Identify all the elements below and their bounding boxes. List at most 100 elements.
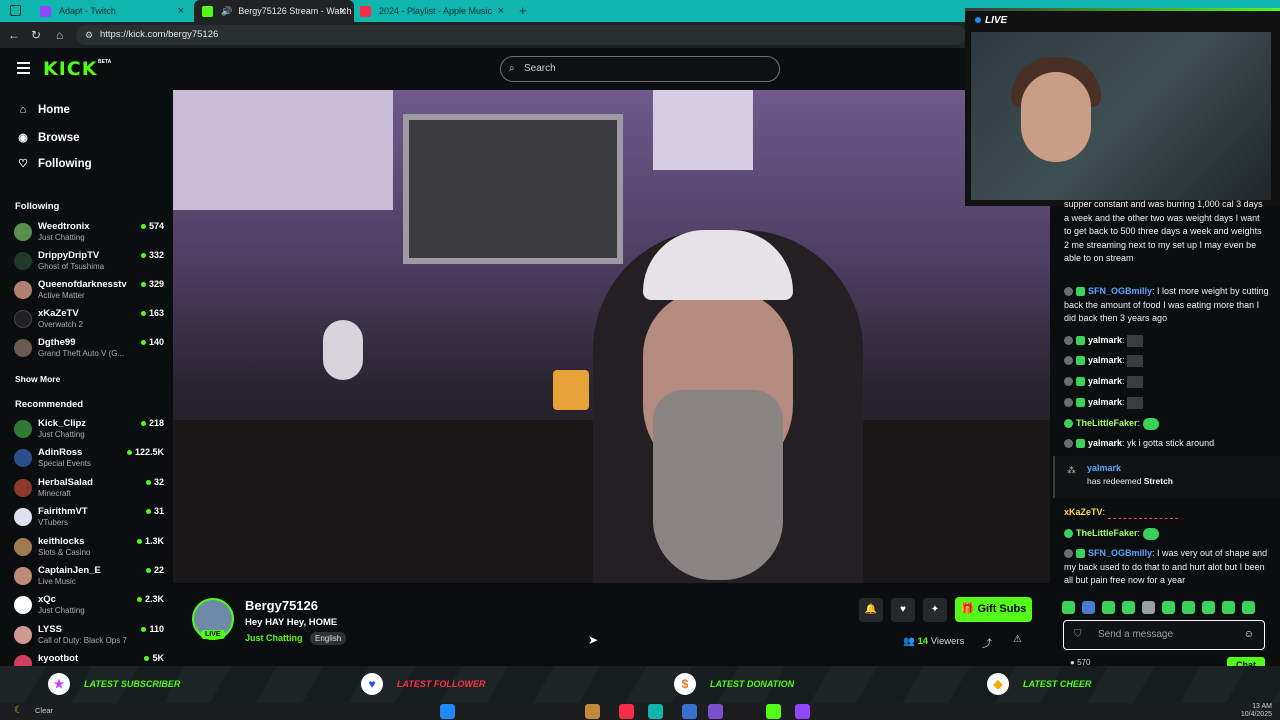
url-field[interactable]: ⚙ https://kick.com/bergy75126: [76, 25, 966, 45]
viewer-count: 1.3K: [137, 536, 164, 546]
app-icon[interactable]: [708, 704, 723, 719]
chat-username[interactable]: TheLittleFaker: [1076, 418, 1138, 428]
chat-username[interactable]: yalmark: [1088, 355, 1122, 365]
channel-drippydriptv[interactable]: DrippyDripTV Ghost of Tsushima 332: [14, 248, 164, 274]
shield-icon: [1064, 439, 1073, 449]
tab-title: Adapt - Twitch: [59, 6, 116, 16]
channel-xqc[interactable]: xQc Just Chatting 2.3K: [14, 592, 164, 618]
emote-icon[interactable]: [1082, 601, 1095, 614]
live-badge: LIVE: [201, 630, 225, 639]
emote-icon[interactable]: [1182, 601, 1195, 614]
redeem-username[interactable]: yalmark: [1087, 462, 1121, 476]
chat-input[interactable]: ⛉ Send a message ☺: [1063, 620, 1265, 650]
chat-username[interactable]: xKaZeTV: [1064, 507, 1103, 517]
chat-username[interactable]: yalmark: [1088, 376, 1122, 386]
chat-username[interactable]: yalmark: [1088, 335, 1122, 345]
viewer-count: 163: [141, 308, 164, 318]
clock[interactable]: 13 AM 10/4/2025: [1241, 703, 1272, 719]
emote-icon[interactable]: [1162, 601, 1175, 614]
chat-username[interactable]: TheLittleFaker: [1076, 528, 1138, 538]
close-icon[interactable]: ×: [178, 5, 184, 17]
emote-icon[interactable]: [1202, 601, 1215, 614]
channel-kick-clipz[interactable]: Kick_Clipz Just Chatting 218: [14, 416, 164, 442]
avatar: [14, 449, 32, 467]
gift-subs-button[interactable]: 🎁 Gift Subs: [955, 597, 1032, 622]
sidebar-item-browse[interactable]: ◉ Browse: [16, 131, 79, 145]
chat-username[interactable]: SFN_OGBmilly: [1088, 548, 1152, 558]
emote-icon: [1142, 527, 1159, 540]
emote-icon[interactable]: [1222, 601, 1235, 614]
search-input[interactable]: ⌕ Search: [500, 56, 780, 82]
streamer-beard: [653, 390, 783, 580]
channel-name[interactable]: Bergy75126: [245, 598, 318, 613]
report-icon[interactable]: ⚠: [1013, 634, 1022, 645]
chat-username[interactable]: SFN_OGBmilly: [1088, 286, 1152, 296]
chat-message: TheLittleFaker:: [1064, 417, 1269, 431]
channel-category: VTubers: [38, 518, 68, 527]
start-icon[interactable]: [440, 704, 455, 719]
webcam-overlay: LIVE: [965, 8, 1280, 206]
stream-title: Hey HAY Hey, HOME: [245, 617, 338, 628]
tab-title: Bergy75126 Stream - Watch: [238, 6, 352, 16]
sidebar-item-following[interactable]: ♡ Following: [16, 157, 92, 171]
chat-input-placeholder: Send a message: [1098, 629, 1174, 640]
viewer-count: 218: [141, 418, 164, 428]
channel-captainjen-e[interactable]: CaptainJen_E Live Music 22: [14, 563, 164, 589]
tab-twitch[interactable]: Adapt - Twitch ×: [32, 0, 192, 22]
app-icon[interactable]: [682, 704, 697, 719]
twitch-icon[interactable]: [795, 704, 810, 719]
refresh-icon[interactable]: ↻: [31, 28, 41, 42]
stream-category[interactable]: Just Chatting: [245, 633, 303, 643]
site-info-icon[interactable]: ⚙: [85, 25, 93, 45]
chat-username[interactable]: yalmark: [1088, 397, 1122, 407]
channel-adinross[interactable]: AdinRoss Special Events 122.5K: [14, 445, 164, 471]
channel-queenofdarknesstv[interactable]: Queenofdarknesstv Active Matter 329: [14, 277, 164, 303]
browser-icon[interactable]: [648, 704, 663, 719]
kick-icon[interactable]: [766, 704, 781, 719]
bell-icon[interactable]: 🔔: [859, 598, 883, 622]
show-more-button[interactable]: Show More: [15, 374, 60, 384]
video-player[interactable]: [173, 90, 1050, 583]
channel-category: Slots & Casino: [38, 548, 91, 557]
music-icon[interactable]: [619, 704, 634, 719]
channel-xkazetv[interactable]: xKaZeTV Overwatch 2 163: [14, 306, 164, 332]
channel-keithlocks[interactable]: keithlocks Slots & Casino 1.3K: [14, 534, 164, 560]
alert-label: LATEST FOLLOWER: [397, 679, 486, 689]
channel-lyss[interactable]: LYSS Call of Duty: Black Ops 7 110: [14, 622, 164, 648]
channel-fairithmvt[interactable]: FairithmVT VTubers 31: [14, 504, 164, 530]
close-icon[interactable]: ×: [340, 5, 346, 17]
language-tag[interactable]: English: [310, 632, 347, 645]
viewer-count: 140: [141, 337, 164, 347]
emote-icon[interactable]: [1242, 601, 1255, 614]
emoji-icon[interactable]: ☺: [1244, 621, 1254, 649]
sidebar-item-home[interactable]: ⌂ Home: [16, 104, 70, 116]
avatar: [14, 626, 32, 644]
tab-apple-music[interactable]: 2024 - Playlist - Apple Music ×: [352, 0, 512, 22]
alert-latest-cheer: ◆ LATEST CHEER: [987, 673, 1091, 695]
emote-icon[interactable]: [1122, 601, 1135, 614]
tab-kick[interactable]: 🔊 Bergy75126 Stream - Watch ×: [194, 0, 354, 22]
chat-username[interactable]: yalmark: [1088, 438, 1122, 448]
channel-category: Just Chatting: [38, 233, 85, 242]
menu-icon[interactable]: [17, 62, 30, 74]
emote-icon[interactable]: [1062, 601, 1075, 614]
channel-herbalsalad[interactable]: HerbalSalad Minecraft 32: [14, 475, 164, 501]
new-tab-button[interactable]: +: [519, 3, 527, 18]
back-icon[interactable]: ←: [8, 28, 20, 42]
app-icon[interactable]: [585, 704, 600, 719]
heart-icon[interactable]: ♥: [891, 598, 915, 622]
emote-icon[interactable]: [1142, 601, 1155, 614]
share-icon[interactable]: ⤴: [982, 635, 992, 650]
speaker-icon[interactable]: 🔊: [221, 6, 232, 17]
channel-name: Queenofdarknesstv: [38, 279, 127, 290]
close-icon[interactable]: ×: [498, 5, 504, 17]
compass-icon: ◉: [18, 132, 28, 144]
kick-logo[interactable]: KICK: [43, 58, 97, 80]
home-icon[interactable]: ⌂: [56, 28, 63, 42]
channel-dgthe99[interactable]: Dgthe99 Grand Theft Auto V (G... 140: [14, 335, 164, 361]
workspaces-icon[interactable]: [10, 5, 21, 16]
sparkle-icon[interactable]: ✦: [923, 598, 947, 622]
channel-weedtronix[interactable]: Weedtronix Just Chatting 574: [14, 219, 164, 245]
chat-message: yalmark: yk i gotta stick around: [1064, 437, 1269, 451]
emote-icon[interactable]: [1102, 601, 1115, 614]
